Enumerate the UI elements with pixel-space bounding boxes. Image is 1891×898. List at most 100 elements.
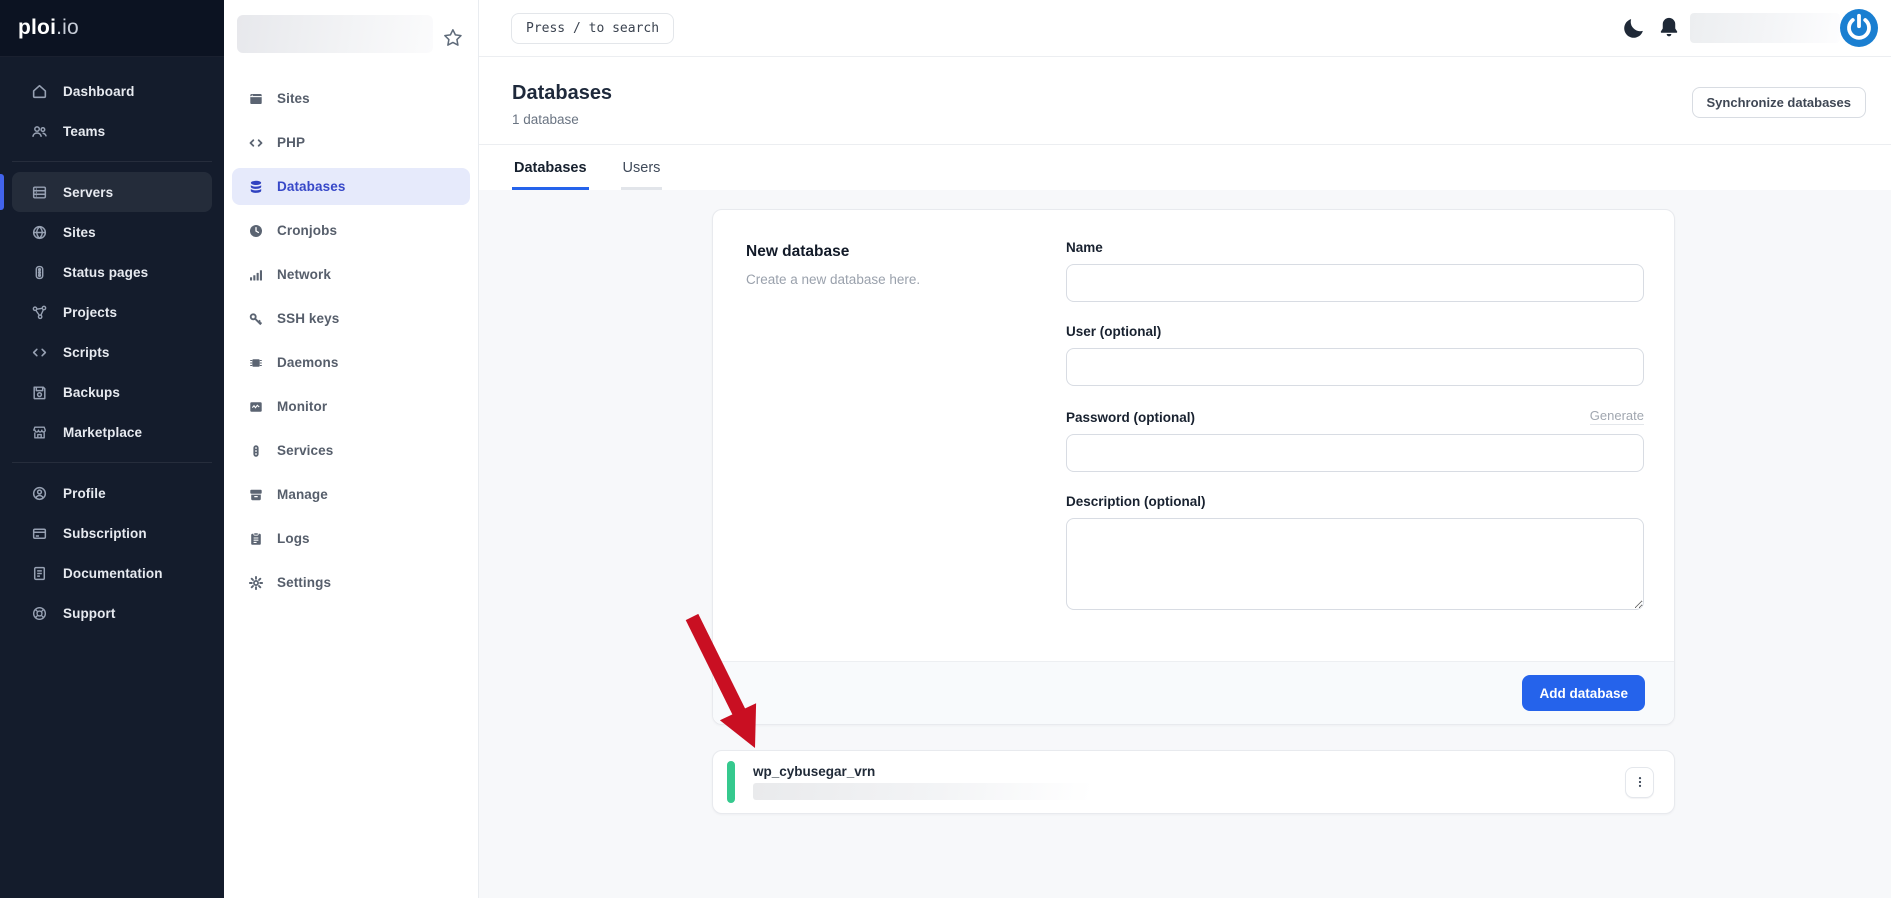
databases-icon [248, 179, 264, 195]
sidebar-item-marketplace[interactable]: Marketplace [12, 412, 212, 452]
sidebar-item-label: Support [63, 606, 115, 621]
logs-icon [248, 531, 264, 547]
server-nav-item-ssh-keys[interactable]: SSH keys [232, 300, 470, 337]
new-database-card: New database Create a new database here.… [712, 209, 1675, 725]
server-nav-item-network[interactable]: Network [232, 256, 470, 293]
topbar-actions [1621, 9, 1878, 47]
server-nav-item-settings[interactable]: Settings [232, 564, 470, 601]
database-row[interactable]: wp_cybusegar_vrn [712, 750, 1675, 814]
generate-password-link[interactable]: Generate [1590, 408, 1644, 425]
moon-icon[interactable] [1621, 15, 1647, 41]
sidebar-item-label: Subscription [63, 526, 147, 541]
user-field-label: User (optional) [1066, 324, 1161, 339]
sidebar-item-dashboard[interactable]: Dashboard [12, 71, 212, 111]
sidebar-item-label: Projects [63, 305, 117, 320]
cronjobs-icon [248, 223, 264, 239]
password-field-label: Password (optional) [1066, 410, 1195, 425]
bell-icon[interactable] [1656, 15, 1682, 41]
globe-icon [31, 224, 48, 241]
sidebar-item-label: Backups [63, 385, 120, 400]
daemons-icon [248, 355, 264, 371]
home-icon [31, 83, 48, 100]
redacted-database-details [753, 783, 1091, 800]
tabs: Databases Users [479, 145, 1891, 190]
password-field[interactable] [1066, 434, 1644, 472]
server-nav-item-label: Manage [277, 487, 328, 502]
main-area: Press / to search Databases 1 database S… [479, 0, 1891, 898]
form-fields: Name User (optional) Password (optional) Ge… [1066, 240, 1644, 637]
form-title: New database [746, 243, 1026, 261]
sidebar-item-support[interactable]: Support [12, 593, 212, 633]
name-field-group: Name [1066, 240, 1644, 302]
database-info: wp_cybusegar_vrn [753, 764, 1091, 800]
page-header: Databases 1 database Synchronize databas… [479, 57, 1891, 145]
brand-logo[interactable]: ploi.io [0, 0, 224, 57]
sidebar-divider [12, 462, 212, 463]
ssh-keys-icon [248, 311, 264, 327]
server-nav-item-monitor[interactable]: Monitor [232, 388, 470, 425]
server-nav-item-logs[interactable]: Logs [232, 520, 470, 557]
star-icon[interactable] [442, 27, 464, 49]
server-nav-item-cronjobs[interactable]: Cronjobs [232, 212, 470, 249]
server-nav-item-label: Network [277, 267, 331, 282]
sidebar-item-sites[interactable]: Sites [12, 212, 212, 252]
sidebar-item-label: Scripts [63, 345, 109, 360]
name-field[interactable] [1066, 264, 1644, 302]
description-field-label: Description (optional) [1066, 494, 1206, 509]
add-database-button[interactable]: Add database [1522, 675, 1645, 711]
sidebar-item-label: Documentation [63, 566, 163, 581]
sidebar-item-subscription[interactable]: Subscription [12, 513, 212, 553]
page-header-actions: Synchronize databases [1692, 87, 1867, 118]
sidebar-item-label: Sites [63, 225, 96, 240]
user-field[interactable] [1066, 348, 1644, 386]
tab-databases[interactable]: Databases [512, 145, 589, 190]
marketplace-icon [31, 424, 48, 441]
search-input[interactable]: Press / to search [511, 13, 674, 44]
tab-users[interactable]: Users [621, 145, 663, 190]
server-nav-item-manage[interactable]: Manage [232, 476, 470, 513]
server-nav-item-label: SSH keys [277, 311, 339, 326]
sidebar-item-projects[interactable]: Projects [12, 292, 212, 332]
synchronize-databases-button[interactable]: Synchronize databases [1692, 87, 1867, 118]
server-nav-item-label: Cronjobs [277, 223, 337, 238]
brand-logo-text: ploi.io [18, 16, 79, 40]
database-status-indicator [727, 761, 735, 803]
sidebar-item-teams[interactable]: Teams [12, 111, 212, 151]
sidebar-item-scripts[interactable]: Scripts [12, 332, 212, 372]
network-icon [248, 267, 264, 283]
server-nav-item-label: PHP [277, 135, 305, 150]
form-intro: New database Create a new database here. [746, 240, 1066, 637]
field-label-row: Description (optional) [1066, 494, 1644, 509]
sidebar-item-label: Servers [63, 185, 113, 200]
monitor-icon [248, 399, 264, 415]
server-nav-item-php[interactable]: PHP [232, 124, 470, 161]
content-area: New database Create a new database here.… [479, 190, 1891, 898]
database-name: wp_cybusegar_vrn [753, 764, 1091, 779]
services-icon [248, 443, 264, 459]
database-options-button[interactable] [1625, 767, 1654, 798]
field-label-row: Name [1066, 240, 1644, 255]
sidebar-item-status-pages[interactable]: Status pages [12, 252, 212, 292]
redacted-server-name [237, 15, 433, 53]
sites-icon [248, 91, 264, 107]
sidebar-item-servers[interactable]: Servers [12, 172, 212, 212]
server-nav-item-sites[interactable]: Sites [232, 80, 470, 117]
settings-icon [248, 575, 264, 591]
server-nav-item-label: Databases [277, 179, 345, 194]
server-nav-item-label: Monitor [277, 399, 327, 414]
status-pages-icon [31, 264, 48, 281]
form-footer: Add database [713, 661, 1674, 724]
form-description: Create a new database here. [746, 272, 1026, 287]
server-nav-item-services[interactable]: Services [232, 432, 470, 469]
sidebar-item-backups[interactable]: Backups [12, 372, 212, 412]
sidebar-item-documentation[interactable]: Documentation [12, 553, 212, 593]
server-nav-item-daemons[interactable]: Daemons [232, 344, 470, 381]
description-field[interactable] [1066, 518, 1644, 610]
power-logo-icon[interactable] [1840, 9, 1878, 47]
server-nav-item-databases[interactable]: Databases [232, 168, 470, 205]
page-header-text: Databases 1 database [512, 82, 612, 127]
sidebar-divider [12, 161, 212, 162]
sidebar-item-profile[interactable]: Profile [12, 473, 212, 513]
cards-container: New database Create a new database here.… [712, 209, 1675, 814]
brand-light: .io [56, 16, 79, 39]
